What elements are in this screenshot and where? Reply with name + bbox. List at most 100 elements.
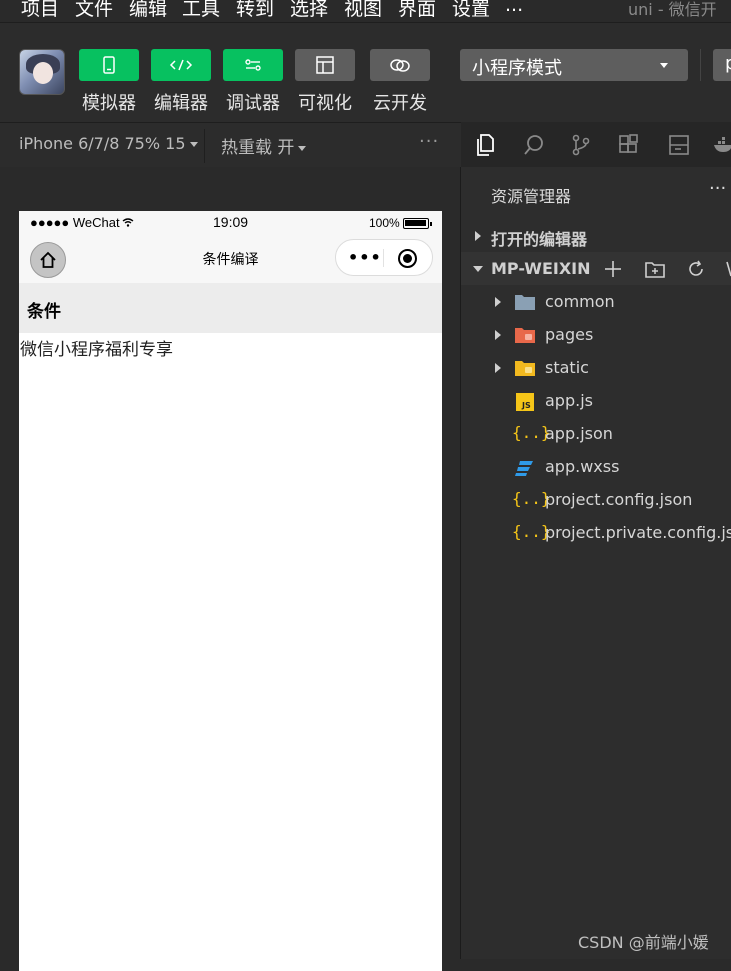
folder-icon <box>515 295 535 310</box>
docker-tab[interactable] <box>709 130 731 160</box>
battery-icon <box>403 218 432 229</box>
source-control-tab[interactable] <box>566 130 596 160</box>
css-file-icon <box>515 461 533 476</box>
tree-item-label: app.wxss <box>545 457 620 476</box>
extensions-icon <box>619 134 638 153</box>
tree-item-common[interactable]: common <box>461 286 731 319</box>
cloud-icon <box>390 59 410 72</box>
wifi-icon <box>122 218 134 227</box>
docker-icon <box>714 137 731 152</box>
menu-item-settings[interactable]: 设置 <box>452 0 490 21</box>
cloud-label: 云开发 <box>373 93 427 114</box>
explorer-title: 资源管理器 <box>491 187 572 206</box>
tree-item-app-json[interactable]: {..} app.json <box>461 418 731 451</box>
git-branch-icon <box>572 134 590 156</box>
phone-status-bar: ●●●●● WeChat 19:09 100% <box>19 211 442 235</box>
panel-tab[interactable] <box>664 130 694 160</box>
menu-item-view[interactable]: 视图 <box>344 0 382 21</box>
chevron-right-icon <box>495 330 501 340</box>
status-carrier: ●●●●● WeChat <box>30 215 134 230</box>
menu-item-more[interactable]: ... <box>505 0 523 16</box>
phone-icon <box>103 56 115 74</box>
js-file-icon: JS <box>516 393 534 411</box>
tree-item-project-config[interactable]: {..} project.config.json <box>461 484 731 517</box>
more-dots-icon[interactable]: ••• <box>348 248 382 267</box>
menu-item-interface[interactable]: 界面 <box>398 0 436 21</box>
chevron-right-icon <box>475 231 481 241</box>
explorer-more-button[interactable]: ··· <box>709 178 726 199</box>
section-title: 条件 <box>27 302 61 322</box>
chevron-down-icon <box>660 63 668 68</box>
tree-item-app-js[interactable]: JS app.js <box>461 385 731 418</box>
partial-toolbar-button[interactable]: p <box>713 49 731 81</box>
mode-select[interactable]: 小程序模式 <box>460 49 688 81</box>
simulator-button[interactable] <box>79 49 139 81</box>
new-file-icon[interactable] <box>603 259 623 279</box>
search-tab[interactable] <box>519 130 549 160</box>
menu-item-edit[interactable]: 编辑 <box>129 0 167 21</box>
open-editors-label: 打开的编辑器 <box>491 230 588 249</box>
tree-item-label: project.config.json <box>545 490 693 509</box>
phone-nav-bar: 条件编译 ••• <box>19 235 442 283</box>
toolbar-divider <box>700 49 701 81</box>
close-mini-program-icon[interactable] <box>398 249 417 268</box>
tree-item-label: app.json <box>545 424 613 443</box>
tree-item-label: static <box>545 358 589 377</box>
menu-item-file[interactable]: 文件 <box>75 0 113 21</box>
simbar-divider <box>204 129 205 163</box>
simulator-more-button[interactable]: ··· <box>419 131 439 152</box>
project-section[interactable]: MP-WEIXIN <box>461 252 731 285</box>
explorer-sidebar: 资源管理器 ··· 打开的编辑器 MP-WEIXIN common pages … <box>461 122 731 959</box>
new-folder-icon[interactable] <box>644 259 666 279</box>
partial-toolbar-label: p <box>725 53 731 74</box>
simulator-toolbar: iPhone 6/7/8 75% 15 热重载 开 ··· <box>0 122 461 167</box>
debugger-button[interactable] <box>223 49 283 81</box>
menu-item-tools[interactable]: 工具 <box>182 0 220 21</box>
explorer-tab[interactable] <box>470 130 500 160</box>
menu-bar: 项目 文件 编辑 工具 转到 选择 视图 界面 设置 ... uni - 微信开 <box>0 0 731 22</box>
tree-item-label: pages <box>545 325 594 344</box>
pages-folder-icon <box>515 328 535 343</box>
svg-text:JS: JS <box>521 401 531 410</box>
layout-icon <box>316 56 334 74</box>
watermark: CSDN @前端小媛 <box>578 933 709 952</box>
menu-item-select[interactable]: 选择 <box>290 0 328 21</box>
debug-icon <box>245 59 261 71</box>
avatar-face <box>33 62 53 84</box>
project-label: MP-WEIXIN <box>491 259 591 278</box>
open-editors-section[interactable]: 打开的编辑器 <box>461 220 731 253</box>
editor-button[interactable] <box>151 49 211 81</box>
hot-reload-label: 热重载 开 <box>221 138 295 158</box>
chevron-right-icon <box>495 363 501 373</box>
menu-item-goto[interactable]: 转到 <box>236 0 274 21</box>
panel-icon <box>669 135 689 155</box>
extensions-tab[interactable] <box>614 130 644 160</box>
cloud-button[interactable] <box>370 49 430 81</box>
collapse-icon[interactable] <box>725 259 731 279</box>
tree-item-app-wxss[interactable]: app.wxss <box>461 451 731 484</box>
tree-item-static[interactable]: static <box>461 352 731 385</box>
visual-label: 可视化 <box>298 93 352 114</box>
refresh-icon[interactable] <box>686 259 706 279</box>
main-toolbar: 模拟器 编辑器 调试器 可视化 云开发 小程序模式 p <box>0 22 731 122</box>
status-battery-text: 100% <box>369 216 400 230</box>
capsule-menu[interactable]: ••• <box>335 239 433 276</box>
visual-button[interactable] <box>295 49 355 81</box>
tree-item-label: app.js <box>545 391 593 410</box>
activity-bar <box>461 122 731 167</box>
editor-label: 编辑器 <box>154 93 208 114</box>
menu-item-project[interactable]: 项目 <box>21 0 59 21</box>
status-time: 19:09 <box>213 214 249 230</box>
device-select[interactable]: iPhone 6/7/8 75% 15 <box>19 134 198 153</box>
hot-reload-toggle[interactable]: 热重载 开 <box>221 133 307 158</box>
capsule-divider <box>383 249 384 267</box>
code-icon <box>169 59 193 71</box>
tree-item-project-private-config[interactable]: {..} project.private.config.json <box>461 517 731 550</box>
tree-item-pages[interactable]: pages <box>461 319 731 352</box>
status-carrier-text: ●●●●● WeChat <box>30 215 120 230</box>
simulator-panel: ●●●●● WeChat 19:09 100% 条件编译 ••• 条件 微信小程… <box>0 167 461 971</box>
simulator-label: 模拟器 <box>82 93 136 114</box>
device-select-value: iPhone 6/7/8 75% 15 <box>19 134 186 153</box>
avatar[interactable] <box>19 49 65 95</box>
search-icon <box>524 135 543 155</box>
